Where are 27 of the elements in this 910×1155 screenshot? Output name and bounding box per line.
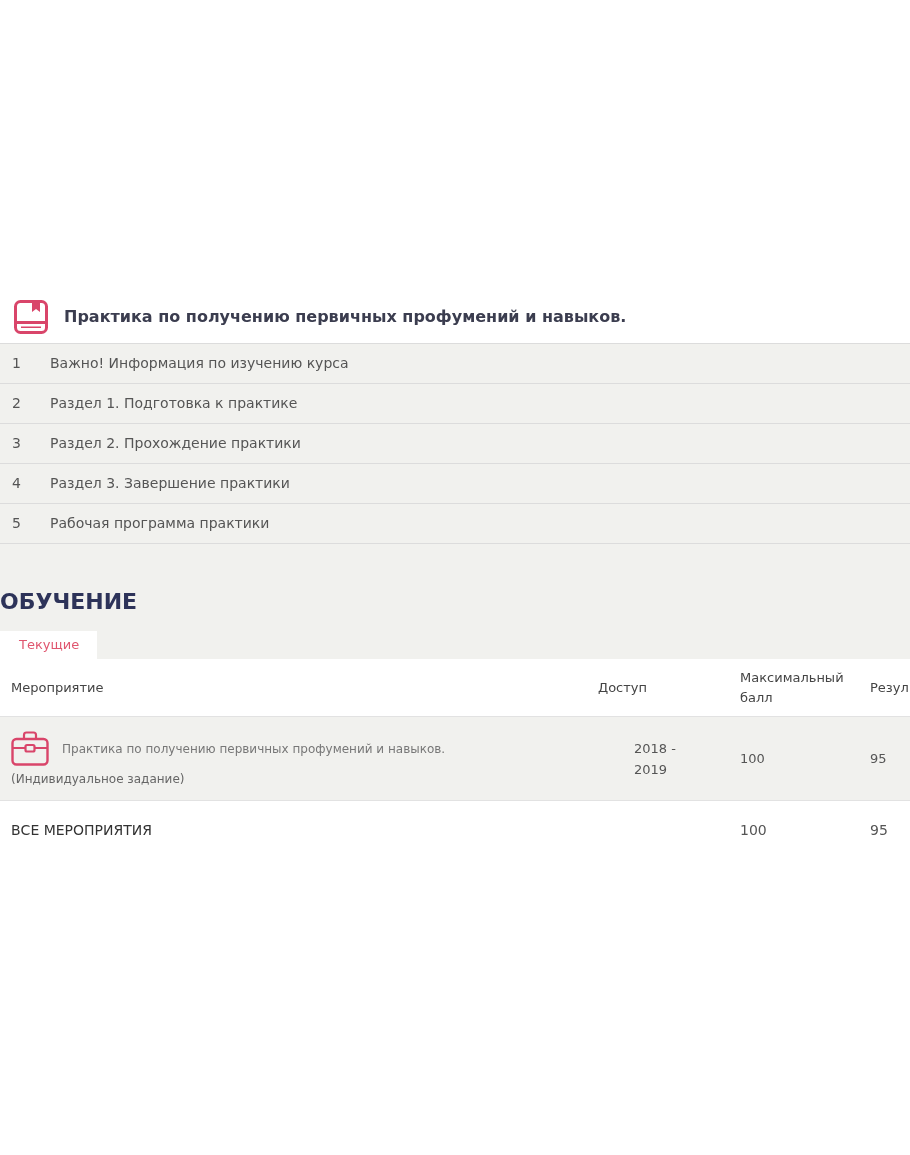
access-period: 2018 - 2019 bbox=[634, 739, 677, 779]
activity-link[interactable]: Практика по получению первичных профумений и навыков. bbox=[62, 739, 446, 758]
table-cell-text: 95 bbox=[870, 749, 888, 768]
module-number: 2 bbox=[11, 394, 22, 413]
column-header: Доступ bbox=[598, 678, 649, 697]
module-link[interactable]: Раздел 1. Подготовка к практике bbox=[50, 393, 298, 414]
table-cell-text: 95 bbox=[870, 820, 889, 840]
module-number: 3 bbox=[11, 434, 22, 453]
module-link[interactable]: Рабочая программа практики bbox=[50, 513, 270, 534]
course-title: Практика по получению первичных профумений и навыков. bbox=[64, 305, 627, 328]
table-cell-text: 100 bbox=[740, 820, 768, 840]
module-number: 1 bbox=[11, 354, 22, 373]
module-number: 5 bbox=[11, 514, 22, 533]
module-link[interactable]: Раздел 3. Завершение практики bbox=[50, 473, 290, 494]
tab[interactable]: Текущие bbox=[0, 631, 97, 659]
column-header: Мероприятие bbox=[11, 678, 105, 697]
column-header: Максимальный балл bbox=[740, 668, 845, 707]
book-icon bbox=[14, 299, 48, 334]
table-cell-text: 100 bbox=[740, 749, 766, 768]
column-header: Резул bbox=[870, 678, 910, 697]
briefcase-icon bbox=[11, 731, 49, 766]
module-link[interactable]: Раздел 2. Прохождение практики bbox=[50, 433, 301, 454]
module-link[interactable]: Важно! Информация по изучению курса bbox=[50, 353, 349, 374]
section-heading: ОБУЧЕНИЕ bbox=[0, 588, 139, 616]
activity-type: (Индивидуальное задание) bbox=[11, 771, 186, 787]
module-number: 4 bbox=[11, 474, 22, 493]
total-label: ВСЕ МЕРОПРИЯТИЯ bbox=[11, 820, 153, 840]
